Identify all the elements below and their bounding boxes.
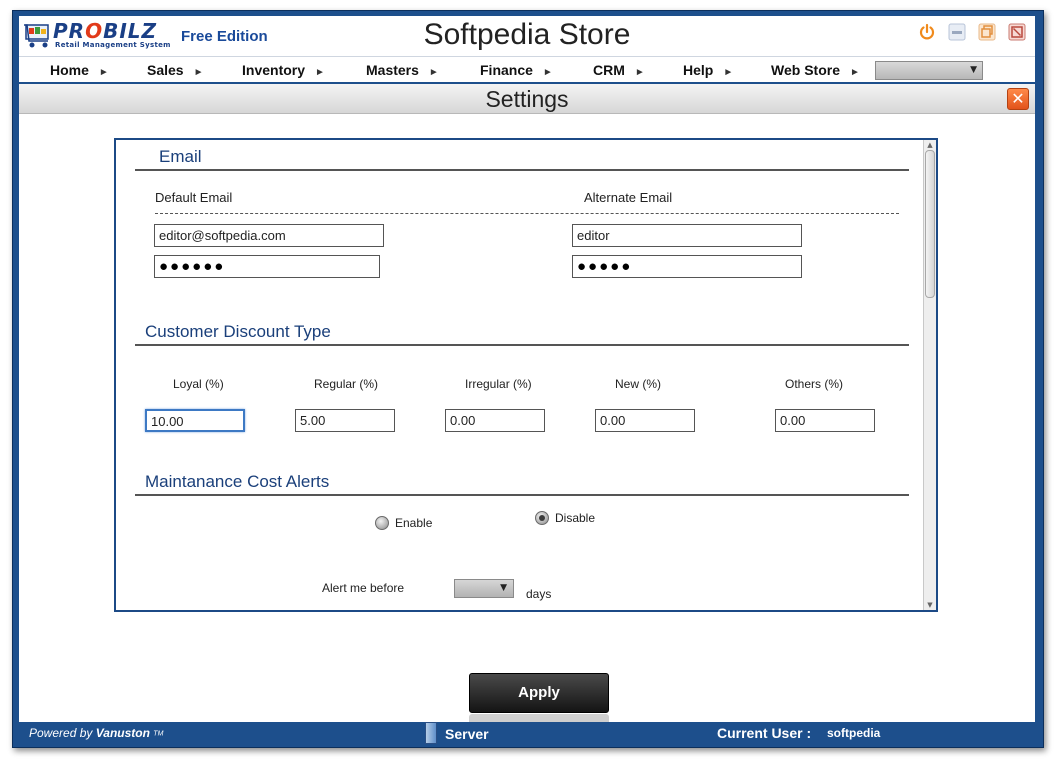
menu-arrow-icon: ►: [428, 67, 439, 78]
loyal-label: Loyal (%): [173, 377, 224, 391]
email-section-title: Email: [159, 147, 202, 166]
default-email-label: Default Email: [155, 190, 233, 205]
menu-sales[interactable]: Sales ►: [147, 62, 204, 78]
menu-arrow-icon: ►: [98, 67, 109, 78]
store-selector-dropdown[interactable]: ▼: [875, 61, 983, 80]
loyal-discount-field[interactable]: 10.00: [145, 409, 245, 432]
discount-section-title: Customer Discount Type: [145, 322, 331, 341]
title-bar: PROBILZ Retail Management System Free Ed…: [19, 16, 1035, 56]
disable-label: Disable: [555, 511, 596, 525]
alternate-email-label: Alternate Email: [584, 190, 673, 205]
enable-label: Enable: [395, 516, 433, 530]
menu-arrow-icon: ►: [193, 67, 204, 78]
logo-wordmark: PROBILZ: [53, 19, 158, 43]
menu-arrow-icon: ►: [315, 67, 325, 78]
current-user-label: Current User :: [717, 725, 812, 741]
probilz-logo: PROBILZ Retail Management System: [23, 19, 175, 53]
menu-arrow-icon: ►: [723, 67, 734, 78]
power-icon[interactable]: [917, 22, 937, 42]
chevron-down-icon: ▼: [500, 583, 507, 593]
maintenance-section-title: Maintanance Cost Alerts: [145, 472, 330, 491]
settings-panel: Email Default Email Alternate Email edit…: [114, 138, 938, 612]
close-window-icon[interactable]: [1007, 22, 1027, 42]
settings-header: Settings ✕: [19, 84, 1035, 114]
irregular-label: Irregular (%): [465, 377, 532, 391]
main-menu-bar: Home ► Sales ► Inventory ► Masters ► Finance…: [19, 56, 1035, 82]
alert-before-label: Alert me before: [322, 581, 405, 595]
new-label: New (%): [615, 377, 662, 391]
default-email-field[interactable]: editor@softpedia.com: [154, 224, 384, 247]
logo-subtitle: Retail Management System: [55, 41, 171, 49]
content-area: Settings ✕ Email Default Email Alternate…: [19, 84, 1035, 724]
alternate-email-field[interactable]: editor: [572, 224, 802, 247]
others-label: Others (%): [785, 377, 844, 391]
irregular-discount-field[interactable]: 0.00: [445, 409, 545, 432]
days-label: days: [526, 587, 552, 601]
restore-icon[interactable]: [977, 22, 997, 42]
alert-days-dropdown[interactable]: ▼: [454, 579, 514, 598]
panel-scrollbar[interactable]: ▲ ▼: [923, 140, 936, 610]
apply-button[interactable]: Apply: [469, 673, 609, 713]
menu-crm[interactable]: CRM ►: [593, 62, 645, 78]
menu-arrow-icon: ►: [634, 67, 645, 78]
section-divider: [135, 494, 909, 496]
close-settings-button[interactable]: ✕: [1007, 88, 1029, 110]
disable-radio[interactable]: [535, 511, 549, 525]
dashed-divider: [155, 213, 899, 214]
server-icon: [425, 722, 437, 744]
menu-home[interactable]: Home ►: [50, 62, 109, 78]
window-controls: [917, 22, 1027, 42]
current-user-name: softpedia: [827, 726, 881, 740]
status-bar: Powered by Vanuston TM Server Current Us…: [19, 722, 1035, 746]
enable-radio[interactable]: [375, 516, 389, 530]
edition-label: Free Edition: [181, 28, 268, 45]
powered-by-text: Powered by Vanuston TM: [29, 726, 164, 740]
scroll-up-icon[interactable]: ▲: [924, 140, 936, 150]
menu-web-store[interactable]: Web Store ►: [771, 62, 860, 78]
page-title: Settings: [485, 86, 569, 112]
menu-masters[interactable]: Masters ►: [366, 62, 439, 78]
regular-discount-field[interactable]: 5.00: [295, 409, 395, 432]
menu-arrow-icon: ►: [542, 67, 553, 78]
shopping-cart-icon: [24, 24, 49, 48]
section-divider: [135, 169, 909, 171]
scroll-down-icon[interactable]: ▼: [924, 600, 936, 610]
server-label[interactable]: Server: [445, 726, 489, 742]
others-discount-field[interactable]: 0.00: [775, 409, 875, 432]
scroll-thumb[interactable]: [925, 150, 935, 298]
regular-label: Regular (%): [314, 377, 379, 391]
menu-inventory[interactable]: Inventory ►: [242, 62, 325, 78]
menu-finance[interactable]: Finance ►: [480, 62, 553, 78]
minimize-icon[interactable]: [947, 22, 967, 42]
app-window: PROBILZ Retail Management System Free Ed…: [12, 10, 1044, 748]
chevron-down-icon: ▼: [970, 65, 977, 75]
new-discount-field[interactable]: 0.00: [595, 409, 695, 432]
menu-arrow-icon: ►: [849, 67, 860, 78]
menu-help[interactable]: Help ►: [683, 62, 733, 78]
default-password-field[interactable]: ●●●●●●: [154, 255, 380, 278]
section-divider: [135, 344, 909, 346]
alternate-password-field[interactable]: ●●●●●: [572, 255, 802, 278]
